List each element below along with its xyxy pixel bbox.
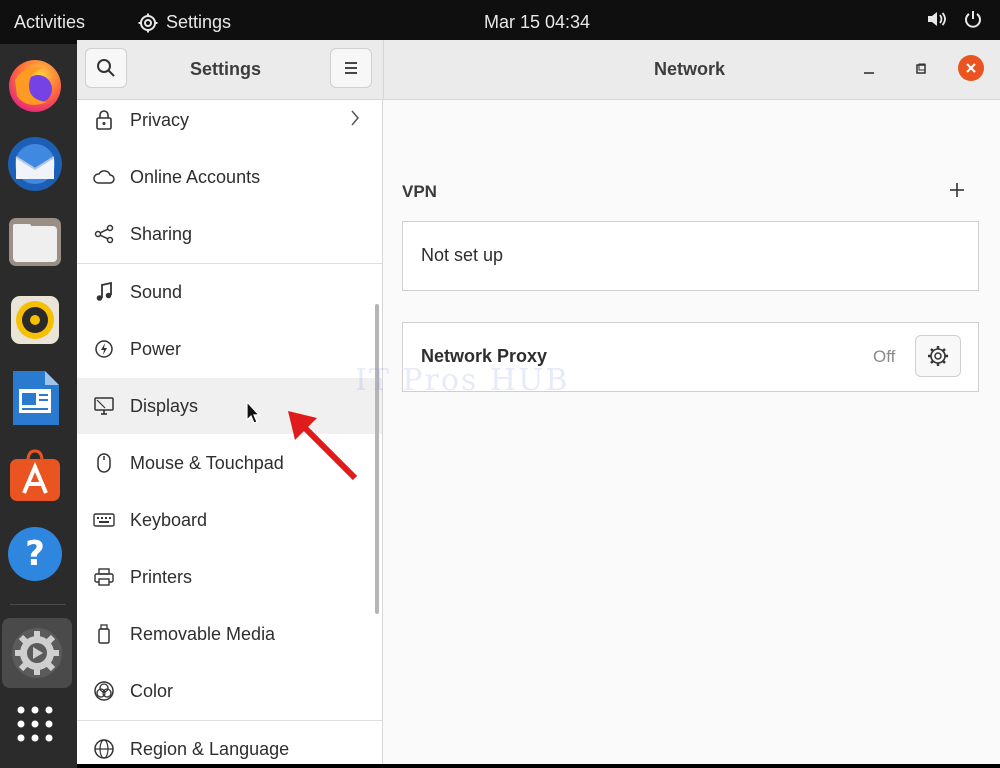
- close-button[interactable]: [958, 55, 984, 81]
- annotation-arrow-icon: [288, 411, 358, 481]
- display-icon: [93, 395, 115, 417]
- svg-text:?: ?: [25, 534, 45, 574]
- removable-media-icon: [93, 623, 115, 645]
- sidebar-item-label: Displays: [130, 395, 199, 416]
- lock-icon: [93, 109, 115, 131]
- sidebar-item-label: Power: [130, 338, 182, 359]
- help-icon: ?: [8, 527, 62, 581]
- thunderbird-icon: [8, 137, 62, 191]
- chevron-right-icon: [350, 109, 360, 132]
- gear-icon: [928, 346, 948, 366]
- printer-icon: [93, 566, 115, 588]
- network-proxy-status: Off: [873, 347, 896, 366]
- sidebar-item-label: Sharing: [130, 223, 193, 244]
- dock-settings[interactable]: [2, 618, 72, 688]
- vpn-status: Not set up: [421, 245, 504, 265]
- gear-icon: [138, 13, 158, 32]
- libreoffice-writer-icon: [13, 371, 59, 425]
- watermark: IT Pros HUB: [355, 363, 570, 398]
- dock-show-apps[interactable]: [5, 694, 65, 754]
- sidebar-item-keyboard[interactable]: Keyboard: [77, 492, 382, 548]
- color-icon: [93, 680, 115, 702]
- maximize-button[interactable]: [914, 62, 928, 81]
- top-bar: Activities Settings Mar 15 04:34: [0, 0, 1000, 44]
- maximize-icon: [916, 63, 926, 74]
- music-note-icon: [93, 281, 115, 303]
- power-menu-icon: [965, 11, 981, 28]
- settings-window: Settings Network Privacy Online Accounts: [77, 40, 1000, 764]
- minimize-button[interactable]: [862, 62, 876, 81]
- keyboard-icon: [93, 509, 115, 531]
- dock-writer[interactable]: [5, 368, 65, 428]
- sidebar-scrollbar[interactable]: [375, 304, 379, 614]
- files-icon: [9, 218, 61, 266]
- sidebar-item-privacy[interactable]: Privacy: [77, 100, 382, 148]
- sidebar-item-printers[interactable]: Printers: [77, 549, 382, 605]
- show-apps-icon: [17, 706, 53, 742]
- add-vpn-button[interactable]: [945, 178, 969, 202]
- globe-icon: [93, 738, 115, 760]
- page-title: Network: [654, 59, 726, 79]
- sidebar-item-label: Region & Language: [130, 738, 290, 759]
- sidebar-item-sound[interactable]: Sound: [77, 264, 382, 320]
- sidebar-item-label: Mouse & Touchpad: [130, 452, 284, 473]
- power-icon: [93, 338, 115, 360]
- dock: ?: [0, 44, 77, 768]
- dock-separator: [10, 604, 66, 605]
- firefox-icon: [9, 60, 61, 112]
- mouse-icon: [93, 452, 115, 474]
- share-icon: [93, 223, 115, 245]
- mouse-cursor-icon: [246, 400, 261, 424]
- search-icon: [97, 59, 115, 77]
- vpn-card: Not set up: [402, 221, 979, 291]
- cloud-icon: [93, 166, 115, 188]
- sidebar-item-label: Sound: [130, 281, 183, 302]
- app-menu-label: Settings: [166, 12, 232, 32]
- sidebar-item-label: Keyboard: [130, 509, 208, 530]
- sidebar-item-online-accounts[interactable]: Online Accounts: [77, 149, 382, 205]
- hamburger-icon: [345, 62, 357, 74]
- rhythmbox-icon: [11, 296, 59, 344]
- content-header: Network: [383, 40, 1000, 100]
- clock[interactable]: Mar 15 04:34: [484, 12, 590, 33]
- sidebar-item-removable-media[interactable]: Removable Media: [77, 606, 382, 662]
- dock-files[interactable]: [5, 212, 65, 272]
- vpn-section-title: VPN: [402, 182, 437, 201]
- sidebar-item-sharing[interactable]: Sharing: [77, 206, 382, 262]
- plus-icon: [950, 183, 964, 197]
- sidebar-title: Settings: [190, 59, 262, 79]
- sidebar-item-region-language[interactable]: Region & Language: [77, 721, 382, 764]
- system-tray[interactable]: [926, 10, 982, 28]
- close-icon: [966, 63, 976, 73]
- network-panel: VPN Not set up Network Proxy Off: [383, 100, 1000, 764]
- ubuntu-software-icon: [10, 449, 60, 501]
- dock-help[interactable]: ?: [5, 524, 65, 584]
- sidebar-item-label: Online Accounts: [130, 166, 261, 187]
- settings-icon: [12, 628, 62, 678]
- sidebar-item-power[interactable]: Power: [77, 321, 382, 377]
- sidebar-item-label: Removable Media: [130, 623, 276, 644]
- dock-firefox[interactable]: [5, 56, 65, 116]
- sidebar-item-label: Privacy: [130, 109, 190, 130]
- dock-rhythmbox[interactable]: [5, 290, 65, 350]
- menu-button[interactable]: [330, 48, 372, 88]
- sidebar-item-label: Printers: [130, 566, 193, 587]
- dock-thunderbird[interactable]: [5, 134, 65, 194]
- sidebar-item-color[interactable]: Color: [77, 663, 382, 719]
- volume-icon: [928, 12, 946, 26]
- dock-software[interactable]: [5, 446, 65, 506]
- search-button[interactable]: [85, 48, 127, 88]
- sidebar-item-label: Color: [130, 680, 174, 701]
- activities-button[interactable]: Activities: [14, 12, 85, 33]
- app-menu[interactable]: Settings: [138, 12, 231, 33]
- minimize-icon: [864, 72, 874, 74]
- network-proxy-settings-button[interactable]: [915, 335, 961, 377]
- sidebar-header: Settings: [77, 40, 383, 100]
